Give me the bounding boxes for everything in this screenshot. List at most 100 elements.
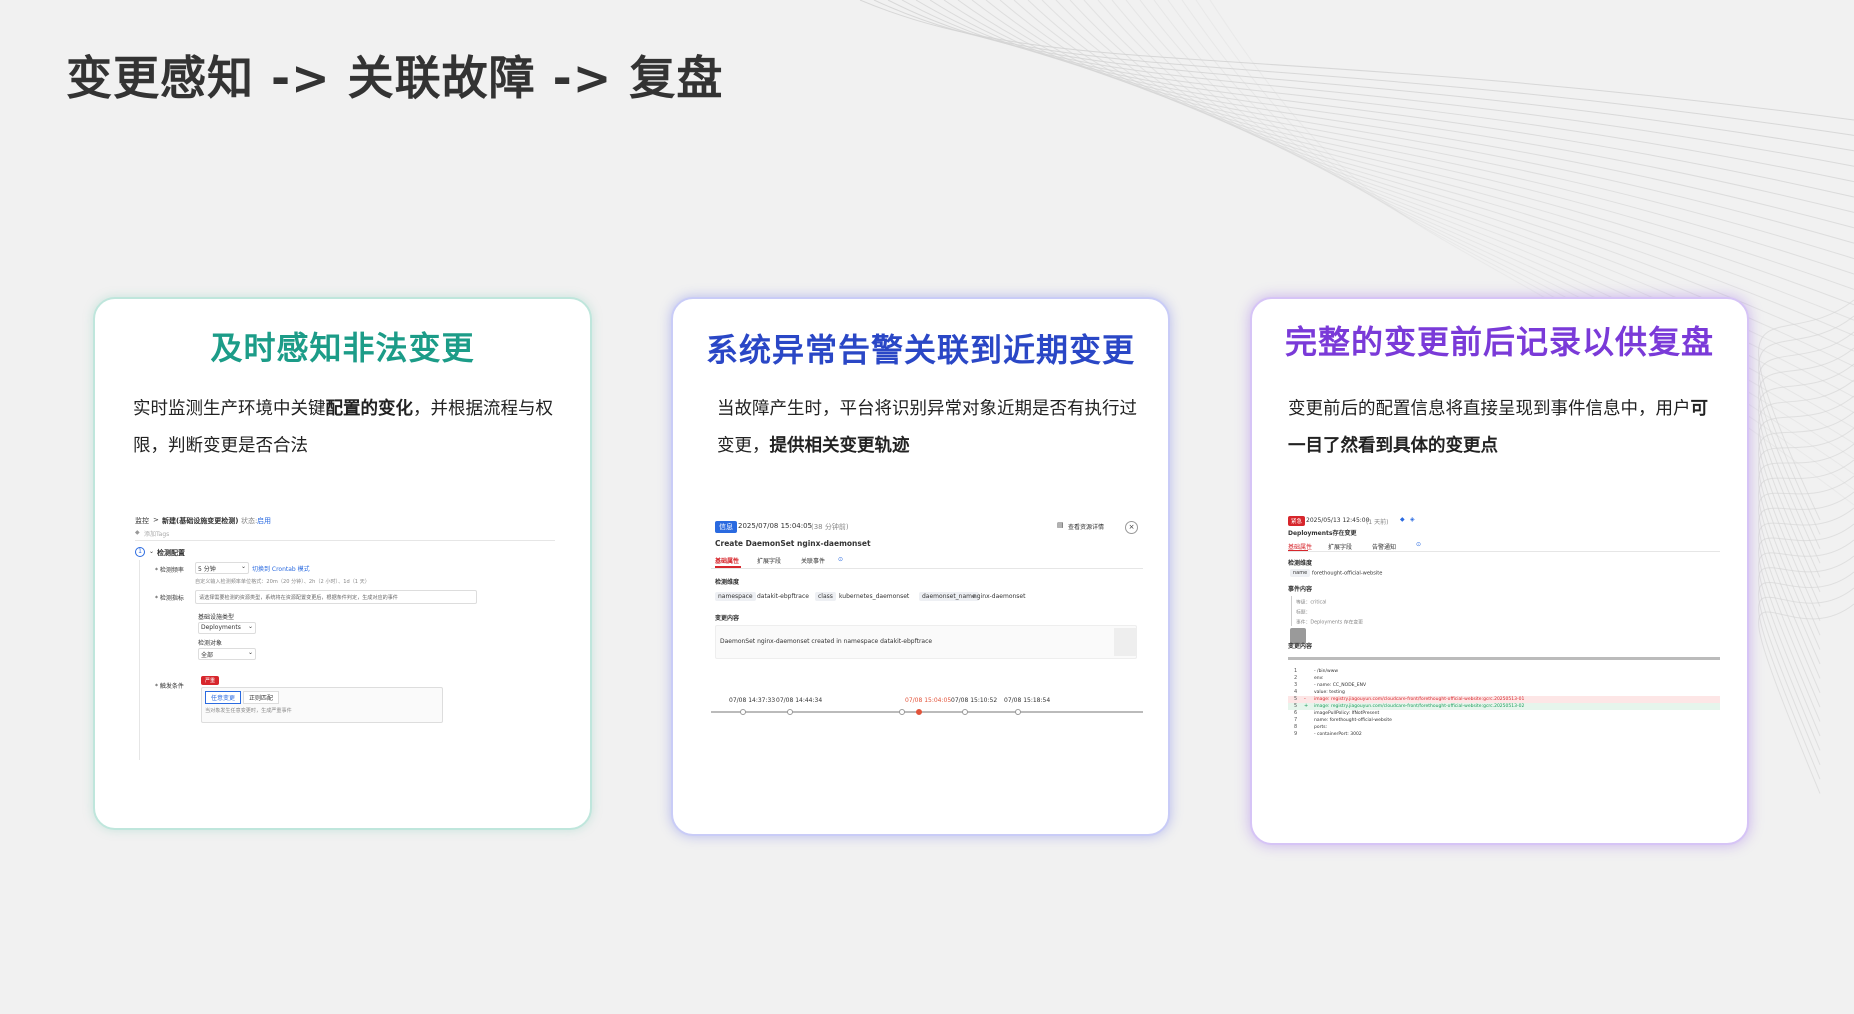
timeline-point[interactable] [916,709,922,715]
dimension-value: forethought-official-website [1312,570,1383,576]
trigger-label: * 触发条件 [155,683,184,690]
diff-line-text: imagePullPolicy: IfNotPresent [1314,710,1380,716]
content-line: 等级：critical [1296,599,1327,606]
share-icon[interactable]: ◆ [1400,516,1405,523]
view-resource-link[interactable]: 查看资源详情 [1068,522,1104,531]
diff-line-text: - /bin/www [1314,668,1339,674]
trigger-regex-option[interactable]: 正则匹配 [243,691,280,704]
diff-line-number: 5 [1294,703,1298,709]
change-diff-screenshot: 紧急 2025/05/13 12:45:00 (1 天前) ◆ ◈ Deploy… [1288,514,1720,774]
event-ago: (1 天前) [1366,519,1389,526]
diff-line-text: env: [1314,675,1324,681]
trigger-hint: 当对象发生任意变更时，生成严重事件 [205,707,292,714]
dimension-key: name [1290,569,1311,577]
level-badge: 紧急 [1288,516,1306,526]
card-title: 及时感知非法变更 [210,329,475,367]
diff-line-number: 6 [1294,710,1298,716]
metric-field[interactable]: 请选择需要检测的资源类型，系统将在资源配置变更后，根据条件判定，生成对应的事件 [195,590,477,604]
event-ago: (38 分钟前) [811,523,849,531]
timeline-time-label: 07/08 15:18:54 [1004,697,1051,704]
card-change-review-record: 完整的变更前后记录以供复盘 变更前后的配置信息将直接呈现到事件信息中，用户可一目… [1250,297,1749,845]
diff-line: 6 imagePullPolicy: IfNotPresent [1288,710,1720,717]
diff-line: 2 env: [1288,675,1720,682]
breadcrumb-separator: > [153,516,159,524]
settings-icon[interactable]: ⊙ [1416,541,1421,548]
level-badge: 信息 [715,521,737,533]
object-type-value: Deployments [201,624,241,631]
step-number-icon: 1 [135,547,145,557]
chevron-down-icon[interactable]: ⌄ [149,548,154,555]
freq-select[interactable]: 5 分钟 ⌄ [195,562,249,574]
event-detail-screenshot: 信息 2025/07/08 15:04:05 (38 分钟前) ▤ 查看资源详情… [711,517,1143,737]
tab-extended[interactable]: 扩展字段 [757,556,781,565]
tab-basic[interactable]: 基础属性 [715,556,739,565]
tab-related[interactable]: 关联事件 [801,556,825,565]
diff-line-text: ports: [1314,724,1328,730]
diff-line-number: 3 [1294,682,1298,688]
diff-line-text: image: registry.jiagouyun.com/cloudcare-… [1314,703,1525,709]
card-illegal-change-detection: 及时感知非法变更 实时监测生产环境中关键配置的变化，并根据流程与权限，判断变更是… [93,297,592,830]
tab-extended[interactable]: 扩展字段 [1328,542,1352,551]
card-description: 实时监测生产环境中关键配置的变化，并根据流程与权限，判断变更是否合法 [133,391,560,465]
diff-line-number: 7 [1294,717,1298,723]
diff-marker: - [1304,696,1306,702]
freq-label: * 检测频率 [155,567,184,574]
status-select[interactable]: 启用 [257,516,271,526]
event-title: Create DaemonSet nginx-daemonset [715,539,871,548]
timeline-point[interactable] [1015,709,1021,715]
timeline-time-label: 07/08 14:44:34 [776,697,823,704]
diff-line-text: name: forethought-official-website [1314,717,1392,723]
timeline-point[interactable] [962,709,968,715]
diff-line-number: 8 [1294,724,1298,730]
freq-hint: 自定义输入检测频率单位格式：20m（20 分钟）、2h（2 小时）、1d（1 天… [195,578,370,585]
settings-icon[interactable]: ⊙ [838,556,843,563]
divider [1288,657,1720,660]
card-title: 系统异常告警关联到近期变更 [705,331,1135,369]
diff-line-number: 4 [1294,689,1298,695]
add-tags-link[interactable]: 添加Tags [144,529,169,538]
object-type-select[interactable]: Deployments ⌄ [198,622,256,634]
object-label: 检测对象 [198,640,223,647]
desc-bold-text: 提供相关变更轨迹 [769,436,910,456]
dimension-value: datakit-ebpftrace [757,593,809,600]
dimension-value: nginx-daemonset [973,593,1026,600]
diff-line: 9 - containerPort: 3002 [1288,731,1720,738]
close-icon[interactable]: × [1125,521,1138,534]
desc-bold-text: 配置的变化 [325,399,414,419]
tag-icon[interactable]: ◈ [1410,516,1415,523]
event-time: 2025/05/13 12:45:00 [1306,517,1370,524]
tab-alert-notify[interactable]: 告警通知 [1372,542,1396,551]
monitor-config-screenshot: 监控 > 新建(基础设施变更检测) 状态: 启用 ◆ 添加Tags 1 ⌄ 检测… [135,514,555,766]
dimension-value: kubernetes_daemonset [839,593,910,600]
trigger-any-change-option[interactable]: 任意变更 [205,691,242,704]
object-value: 全部 [201,652,214,659]
timeline-time-label: 07/08 15:04:05 [905,697,952,704]
content-box: DaemonSet nginx-daemonset created in nam… [715,625,1137,659]
diff-line-number: 1 [1294,668,1298,674]
object-select[interactable]: 全部 ⌄ [198,648,256,660]
diff-line-text: image: registry.jiagouyun.com/cloudcare-… [1314,696,1525,702]
status-label: 状态: [241,517,258,525]
card-description: 当故障产生时，平台将识别异常对象近期是否有执行过变更，提供相关变更轨迹 [717,391,1138,465]
timeline-time-label: 07/08 14:37:33 [729,697,776,704]
timeline-time-label: 07/08 15:10:52 [951,697,998,704]
breadcrumb-item[interactable]: 监控 [135,516,149,526]
diff-line: 5- image: registry.jiagouyun.com/cloudcar… [1288,696,1720,703]
metric-label: * 检测指标 [155,595,184,602]
diff-line: 8 ports: [1288,724,1720,731]
desc-text: 变更前后的配置信息将直接呈现到事件信息中，用户 [1288,399,1691,419]
timeline-point[interactable] [899,709,905,715]
diff-line: 3 - name: CC_NODE_ENV [1288,682,1720,689]
card-alert-change-correlation: 系统异常告警关联到近期变更 当故障产生时，平台将识别异常对象近期是否有执行过变更… [671,297,1170,836]
card-title: 完整的变更前后记录以供复盘 [1284,323,1714,361]
crontab-mode-link[interactable]: 切换到 Crontab 模式 [252,564,310,573]
diff-line-text: value: testing [1314,689,1345,695]
diff-line-number: 2 [1294,675,1298,681]
dimension-key: namespace [715,592,756,601]
diff-line: 4 value: testing [1288,689,1720,696]
chevron-down-icon: ⌄ [240,563,246,570]
timeline-point[interactable] [787,709,793,715]
timeline-point[interactable] [740,709,746,715]
content-line: 标题： [1296,609,1311,616]
diff-line-text: - name: CC_NODE_ENV [1314,682,1367,688]
